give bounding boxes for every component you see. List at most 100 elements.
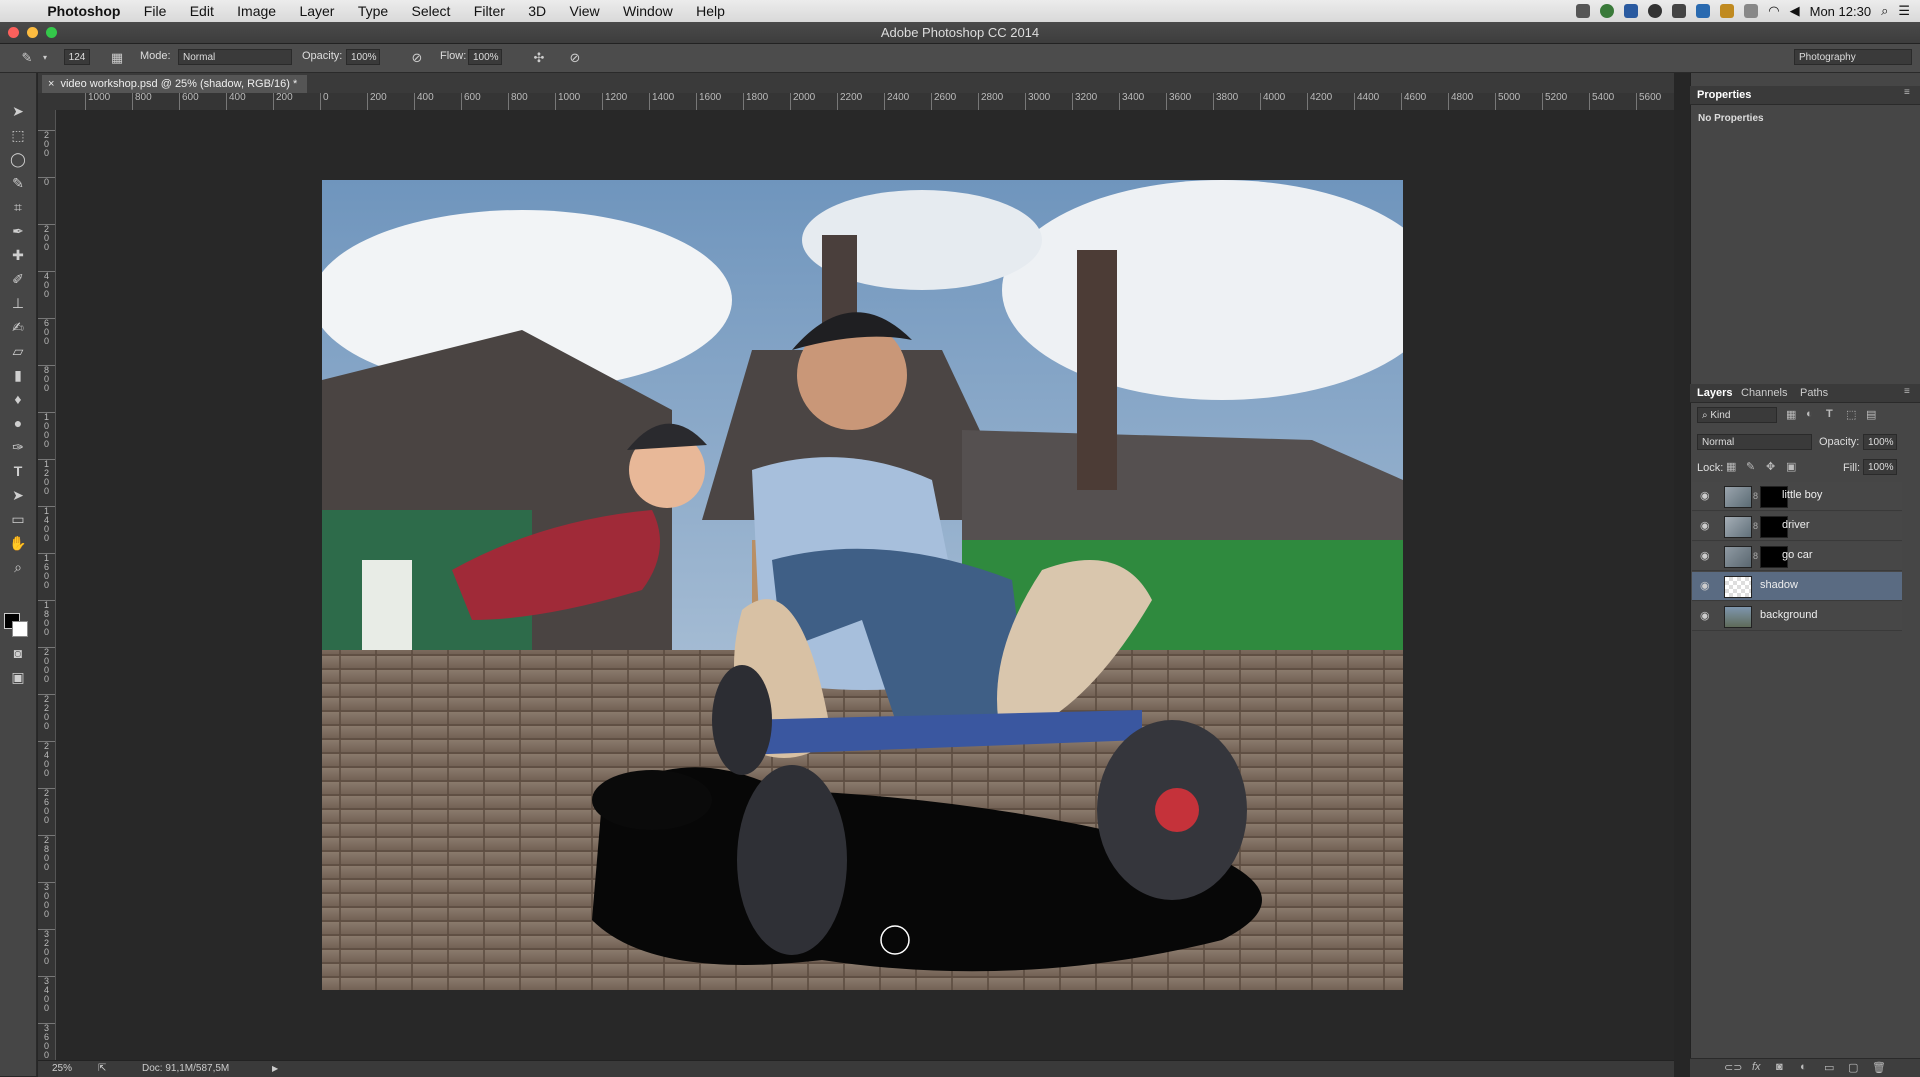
brush-panel-toggle-icon[interactable]: ▦ xyxy=(108,49,126,67)
app-menu[interactable]: Photoshop xyxy=(37,0,130,22)
history-brush-tool-icon[interactable]: ✍ xyxy=(6,317,30,337)
lock-all-icon[interactable]: ▣ xyxy=(1786,460,1796,473)
tab-channels[interactable]: Channels xyxy=(1741,387,1787,399)
export-icon[interactable]: ⇱ xyxy=(98,1061,106,1077)
screen-mode-icon[interactable]: ▣ xyxy=(6,667,30,687)
airbrush-icon[interactable]: ✣ xyxy=(530,49,548,67)
spotlight-search-icon[interactable]: ⌕ xyxy=(1881,3,1888,19)
close-tab-icon[interactable]: × xyxy=(48,78,54,90)
visibility-eye-icon[interactable]: ◉ xyxy=(1700,610,1712,622)
pressure-size-icon[interactable]: ⊘ xyxy=(566,49,584,67)
tray-icon[interactable] xyxy=(1576,4,1591,18)
photoshop-tray-icon[interactable] xyxy=(1624,4,1639,18)
pressure-opacity-icon[interactable]: ⊘ xyxy=(408,49,426,67)
visibility-eye-icon[interactable]: ◉ xyxy=(1700,520,1712,532)
add-mask-icon[interactable]: ◙ xyxy=(1776,1061,1783,1073)
type-tool-icon[interactable]: T xyxy=(6,461,30,481)
zoom-level[interactable]: 25% xyxy=(52,1061,72,1077)
visibility-eye-icon[interactable]: ◉ xyxy=(1700,580,1712,592)
tab-layers[interactable]: Layers xyxy=(1697,387,1732,399)
filter-adjustment-icon[interactable]: ◐ xyxy=(1806,408,1813,420)
hand-tool-icon[interactable]: ✋ xyxy=(6,533,30,553)
layer-row-driver[interactable]: ◉ 8 driver xyxy=(1692,512,1902,541)
lock-transparent-icon[interactable]: ▦ xyxy=(1726,460,1736,473)
background-color-swatch[interactable] xyxy=(12,621,28,637)
crop-tool-icon[interactable]: ⌗ xyxy=(6,197,30,217)
menu-filter[interactable]: Filter xyxy=(464,0,515,22)
clock[interactable]: Mon 12:30 xyxy=(1810,4,1871,19)
eraser-tool-icon[interactable]: ▱ xyxy=(6,341,30,361)
workspace-select[interactable]: Photography xyxy=(1794,49,1912,65)
brush-tool-icon[interactable]: ✐ xyxy=(6,269,30,289)
lasso-tool-icon[interactable]: ◯ xyxy=(6,149,30,169)
document-canvas[interactable] xyxy=(322,180,1403,990)
visibility-eye-icon[interactable]: ◉ xyxy=(1700,550,1712,562)
warning-icon[interactable] xyxy=(1720,4,1735,18)
menu-file[interactable]: File xyxy=(134,0,177,22)
new-layer-icon[interactable]: ▢ xyxy=(1848,1061,1858,1074)
app-tray-icon[interactable] xyxy=(1696,4,1711,18)
layer-filter-kind[interactable]: ⌕ Kind xyxy=(1697,407,1777,423)
menu-3d[interactable]: 3D xyxy=(518,0,556,22)
tab-properties[interactable]: Properties xyxy=(1697,89,1751,101)
layer-row-go-car[interactable]: ◉ 8 go car xyxy=(1692,542,1902,571)
menu-image[interactable]: Image xyxy=(227,0,286,22)
rectangle-tool-icon[interactable]: ▭ xyxy=(6,509,30,529)
dodge-tool-icon[interactable]: ● xyxy=(6,413,30,433)
pen-tool-icon[interactable]: ✑ xyxy=(6,437,30,457)
eyedropper-tool-icon[interactable]: ✒ xyxy=(6,221,30,241)
menu-window[interactable]: Window xyxy=(613,0,683,22)
filter-type-icon[interactable]: T xyxy=(1826,408,1833,420)
link-layers-icon[interactable]: ⊂⊃ xyxy=(1724,1061,1742,1074)
menu-view[interactable]: View xyxy=(560,0,610,22)
layer-style-icon[interactable]: fx xyxy=(1752,1061,1761,1073)
layer-row-background[interactable]: ◉ background xyxy=(1692,602,1902,631)
horizontal-ruler[interactable]: 1000 800 600 400 200 0 200 400 600 800 1000 1200 140… xyxy=(38,93,1674,111)
marquee-tool-icon[interactable]: ⬚ xyxy=(6,125,30,145)
flow-input[interactable]: 100% xyxy=(468,49,502,65)
vertical-ruler[interactable]: 2000200400600800100012001400160018002000… xyxy=(38,110,56,1060)
document-tab[interactable]: × video workshop.psd @ 25% (shadow, RGB/1… xyxy=(42,75,308,93)
brush-tool-preset-icon[interactable]: ✎ xyxy=(18,49,36,67)
quick-selection-tool-icon[interactable]: ✎ xyxy=(6,173,30,193)
close-window-icon[interactable] xyxy=(8,27,19,38)
mask-link-icon[interactable]: 8 xyxy=(1753,491,1758,501)
visibility-eye-icon[interactable]: ◉ xyxy=(1700,490,1712,502)
menu-layer[interactable]: Layer xyxy=(289,0,344,22)
tab-paths[interactable]: Paths xyxy=(1800,387,1828,399)
notification-center-icon[interactable]: ☰ xyxy=(1898,3,1910,19)
filter-shape-icon[interactable]: ⬚ xyxy=(1846,408,1856,421)
zoom-tool-icon[interactable]: ⌕ xyxy=(6,557,30,577)
path-selection-tool-icon[interactable]: ➤ xyxy=(6,485,30,505)
volume-icon[interactable]: ◀ xyxy=(1790,3,1800,19)
layer-row-little-boy[interactable]: ◉ 8 little boy xyxy=(1692,482,1902,511)
blend-mode-select[interactable]: Normal xyxy=(1697,434,1812,450)
gradient-tool-icon[interactable]: ▮ xyxy=(6,365,30,385)
layer-row-shadow[interactable]: ◉ shadow xyxy=(1692,572,1902,601)
blur-tool-icon[interactable]: ♦ xyxy=(6,389,30,409)
mask-link-icon[interactable]: 8 xyxy=(1753,551,1758,561)
healing-brush-tool-icon[interactable]: ✚ xyxy=(6,245,30,265)
clone-stamp-tool-icon[interactable]: ⊥ xyxy=(6,293,30,313)
preset-dropdown-icon[interactable]: ▾ xyxy=(36,49,54,67)
creative-cloud-icon[interactable] xyxy=(1648,4,1663,18)
display-icon[interactable] xyxy=(1744,4,1759,18)
fill-input[interactable]: 100% xyxy=(1863,459,1897,475)
menu-type[interactable]: Type xyxy=(348,0,398,22)
quick-mask-icon[interactable]: ◙ xyxy=(6,643,30,663)
properties-panel-menu-icon[interactable]: ≡ xyxy=(1904,87,1910,98)
delete-layer-icon[interactable]: 🗑 xyxy=(1872,1061,1886,1074)
filter-smart-object-icon[interactable]: ▤ xyxy=(1866,408,1876,421)
menu-edit[interactable]: Edit xyxy=(180,0,224,22)
layers-panel-menu-icon[interactable]: ≡ xyxy=(1904,386,1910,397)
zoom-window-icon[interactable] xyxy=(46,27,57,38)
minimize-window-icon[interactable] xyxy=(27,27,38,38)
mask-link-icon[interactable]: 8 xyxy=(1753,521,1758,531)
status-menu-arrow-icon[interactable]: ▶ xyxy=(272,1061,278,1077)
menu-select[interactable]: Select xyxy=(402,0,461,22)
move-tool-icon[interactable]: ➤ xyxy=(6,101,30,121)
chrome-icon[interactable] xyxy=(1600,4,1615,18)
new-group-icon[interactable]: ▭ xyxy=(1824,1061,1834,1074)
layer-opacity-input[interactable]: 100% xyxy=(1863,434,1897,450)
brush-size-picker[interactable]: 124 xyxy=(64,49,90,65)
